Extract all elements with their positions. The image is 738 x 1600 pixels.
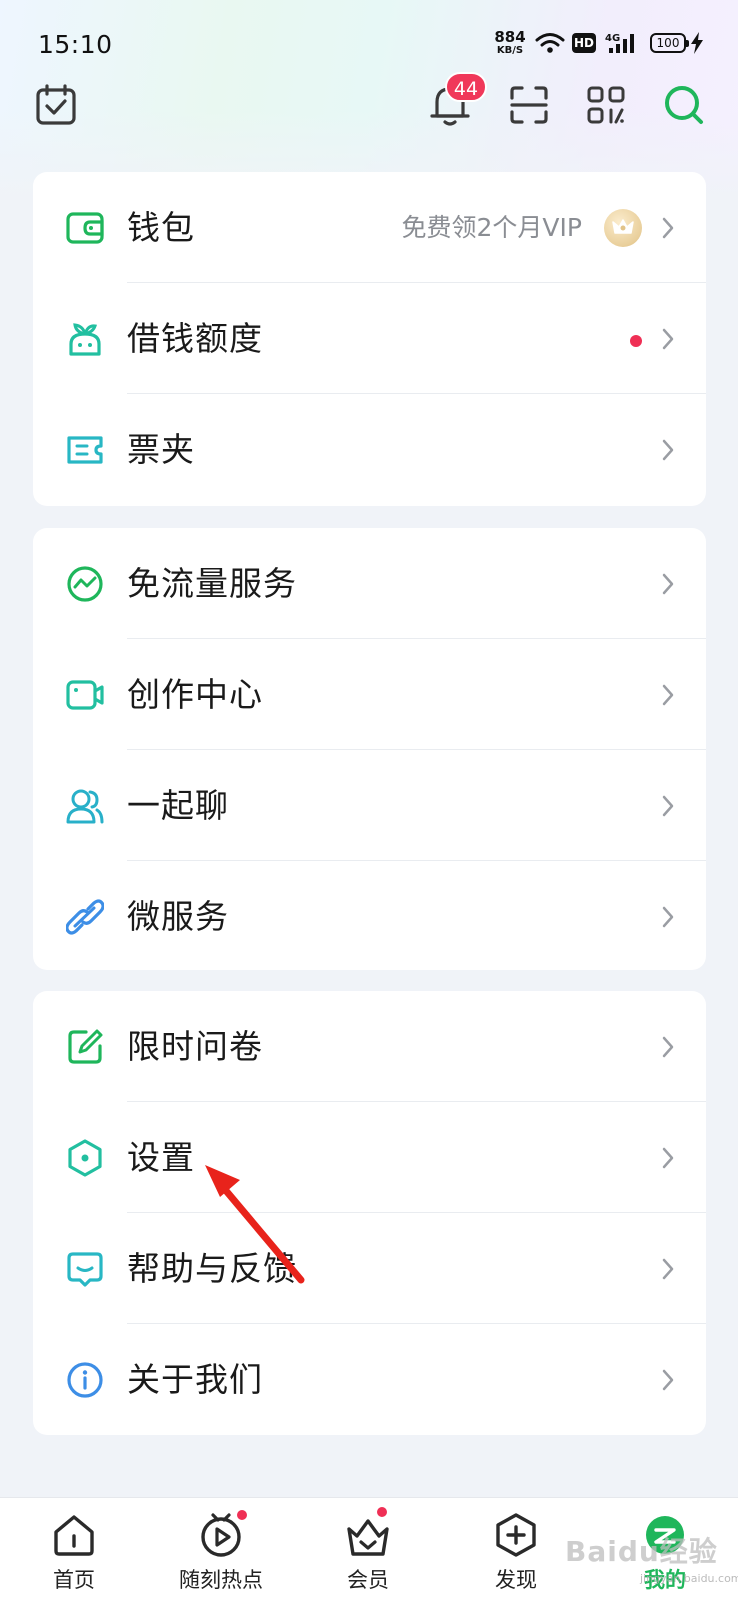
chevron-right-icon xyxy=(662,906,674,928)
edit-icon xyxy=(68,1029,103,1064)
qr-code-button[interactable] xyxy=(583,82,629,128)
menu-item-tickets[interactable]: 票夹 xyxy=(33,394,706,505)
menu-item-label: 钱包 xyxy=(127,208,195,247)
chevron-right-icon xyxy=(662,795,674,817)
watermark-url: jingyan.baidu.com xyxy=(640,1572,738,1585)
menu-item-free-data[interactable]: 免流量服务 xyxy=(33,528,706,639)
checkin-button[interactable] xyxy=(33,82,79,128)
nav-label: 随刻热点 xyxy=(179,1568,263,1592)
nav-label: 会员 xyxy=(347,1568,389,1592)
menu-item-label: 票夹 xyxy=(127,430,195,469)
network-speed-unit: KB/S xyxy=(496,45,524,56)
menu-item-label: 限时问卷 xyxy=(127,1027,263,1066)
qr-code-icon xyxy=(587,86,625,124)
signal-icon: 4G xyxy=(605,33,634,53)
menu-item-loan-limit[interactable]: 借钱额度 xyxy=(33,283,706,394)
network-speed-value: 884 xyxy=(494,28,526,46)
menu-group-finance: 钱包 免费领2个月VIP 借钱额度 票夹 xyxy=(33,172,706,506)
ticket-icon xyxy=(67,436,103,464)
menu-item-label: 关于我们 xyxy=(127,1360,263,1399)
home-icon xyxy=(54,1515,94,1556)
chevron-right-icon xyxy=(662,1036,674,1058)
search-button[interactable] xyxy=(661,82,707,128)
menu-item-about-us[interactable]: 关于我们 xyxy=(33,1324,706,1435)
video-camera-icon xyxy=(66,680,104,710)
menu-group-support: 限时问卷 设置 帮助与反馈 关于我们 xyxy=(33,991,706,1435)
notification-count-badge: 44 xyxy=(445,72,487,102)
menu-item-chat-together[interactable]: 一起聊 xyxy=(33,750,706,861)
feedback-icon xyxy=(67,1252,103,1287)
chevron-right-icon xyxy=(662,1369,674,1391)
menu-item-label: 免流量服务 xyxy=(127,564,297,603)
nav-membership[interactable]: 会员 xyxy=(313,1498,423,1600)
nav-label: 首页 xyxy=(53,1568,95,1592)
link-icon xyxy=(66,899,104,935)
menu-item-micro-services[interactable]: 微服务 xyxy=(33,861,706,970)
nav-discover[interactable]: 发现 xyxy=(461,1498,571,1600)
status-bar: 15:10 884 KB/S HD 4G 100 xyxy=(0,0,738,88)
chevron-right-icon xyxy=(662,573,674,595)
nav-hot-topics[interactable]: 随刻热点 xyxy=(166,1498,276,1600)
network-type-text: 4G xyxy=(605,33,620,44)
chevron-right-icon xyxy=(662,1147,674,1169)
red-arrow-annotation xyxy=(205,1165,305,1284)
chevron-right-icon xyxy=(662,684,674,706)
nav-membership-dot xyxy=(375,1505,389,1519)
new-indicator-dot xyxy=(630,335,642,347)
nav-home[interactable]: 首页 xyxy=(19,1498,129,1600)
menu-item-help-feedback[interactable]: 帮助与反馈 xyxy=(33,1213,706,1324)
menu-item-label: 借钱额度 xyxy=(127,319,263,358)
wifi-icon xyxy=(535,33,565,53)
network-speed: 884 KB/S xyxy=(490,30,530,56)
info-icon xyxy=(67,1362,103,1398)
crown-basket-icon xyxy=(347,1519,389,1556)
menu-group-services: 免流量服务 创作中心 一起聊 微服务 xyxy=(33,528,706,970)
menu-item-survey[interactable]: 限时问卷 xyxy=(33,991,706,1102)
chevron-right-icon xyxy=(662,1258,674,1280)
calendar-check-icon xyxy=(36,84,76,125)
battery-icon: 100 xyxy=(650,33,689,53)
data-trend-icon xyxy=(67,566,103,602)
scan-button[interactable] xyxy=(506,82,552,128)
search-icon xyxy=(665,86,703,124)
chevron-right-icon xyxy=(662,439,674,461)
vip-promo-text: 免费领2个月VIP xyxy=(401,213,582,242)
users-icon xyxy=(66,789,104,824)
menu-item-label: 一起聊 xyxy=(127,786,229,825)
watermark: Baidu经验 xyxy=(565,1535,718,1568)
plus-hexagon-icon xyxy=(496,1513,536,1557)
vip-crown-icon xyxy=(604,209,642,247)
chevron-right-icon xyxy=(662,217,674,239)
menu-item-label: 创作中心 xyxy=(127,675,263,714)
menu-item-settings[interactable]: 设置 xyxy=(33,1102,706,1213)
menu-item-wallet[interactable]: 钱包 免费领2个月VIP xyxy=(33,172,706,283)
menu-item-creator-center[interactable]: 创作中心 xyxy=(33,639,706,750)
settings-hexagon-icon xyxy=(68,1139,102,1177)
sprout-icon xyxy=(69,323,101,356)
status-time: 15:10 xyxy=(38,30,113,59)
chevron-right-icon xyxy=(662,328,674,350)
scan-icon xyxy=(510,86,548,124)
hd-indicator: HD xyxy=(572,33,596,53)
charging-icon xyxy=(691,32,703,54)
nav-hot-dot xyxy=(235,1508,249,1522)
nav-label: 发现 xyxy=(495,1568,537,1592)
wallet-icon xyxy=(66,212,104,244)
menu-item-label: 微服务 xyxy=(127,897,229,936)
menu-item-label: 设置 xyxy=(127,1138,195,1177)
